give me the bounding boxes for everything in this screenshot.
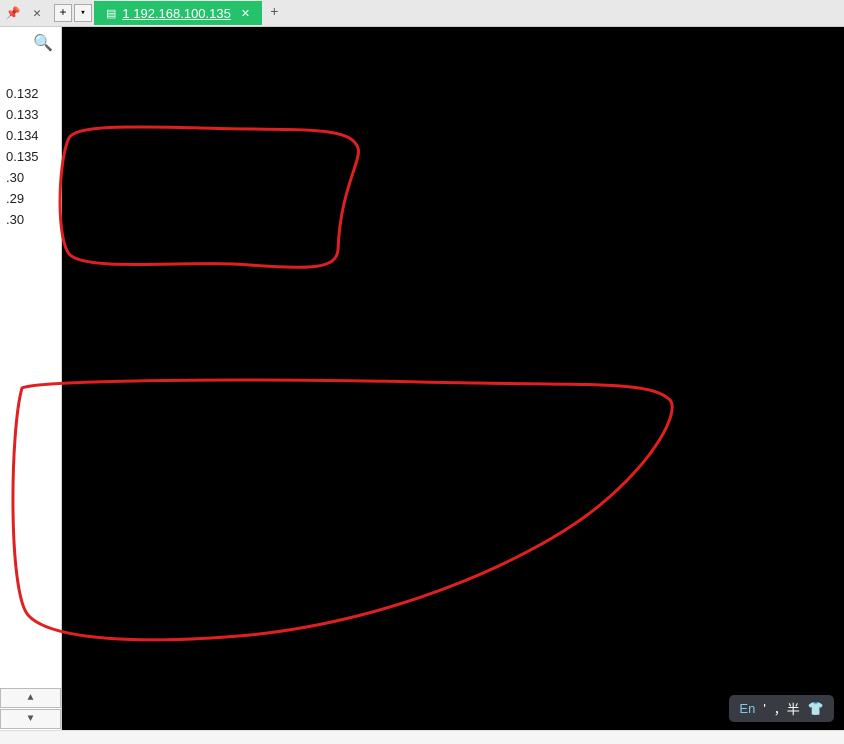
add-left-button[interactable]: + bbox=[54, 4, 72, 22]
main-area: 🔍 0.132 0.133 0.134 0.135 .30 .29 .30 ▲ … bbox=[0, 27, 844, 730]
ip-list: 0.132 0.133 0.134 0.135 .30 .29 .30 bbox=[0, 63, 61, 230]
scroll-down-button[interactable]: ▼ bbox=[0, 709, 61, 729]
session-tab[interactable]: ▤ 1 192.168.100.135 ✕ bbox=[94, 1, 262, 25]
ime-mode: ，半 bbox=[774, 699, 800, 718]
ip-item[interactable]: .30 bbox=[0, 209, 61, 230]
ime-sep: ' bbox=[763, 701, 765, 716]
new-tab-button[interactable]: + bbox=[264, 5, 284, 21]
ip-item[interactable]: 0.135 bbox=[0, 146, 61, 167]
scroll-up-button[interactable]: ▲ bbox=[0, 688, 61, 708]
pin-icon[interactable]: 📌 bbox=[0, 6, 26, 21]
sidebar: 🔍 0.132 0.133 0.134 0.135 .30 .29 .30 ▲ … bbox=[0, 27, 62, 730]
terminal[interactable]: ERROR 1064 (42000): You have an error in… bbox=[62, 27, 844, 730]
shirt-icon: 👕 bbox=[808, 701, 824, 717]
ip-item[interactable]: 0.134 bbox=[0, 125, 61, 146]
ime-indicator[interactable]: En ' ，半 👕 bbox=[729, 695, 834, 722]
session-icon: ▤ bbox=[106, 7, 116, 20]
left-tab-controls: + ▾ bbox=[54, 4, 94, 22]
dropdown-left-button[interactable]: ▾ bbox=[74, 4, 92, 22]
ip-item[interactable]: 0.133 bbox=[0, 104, 61, 125]
close-icon[interactable]: ✕ bbox=[26, 6, 48, 21]
tab-close-icon[interactable]: ✕ bbox=[241, 7, 250, 20]
search-icon[interactable]: 🔍 bbox=[0, 27, 61, 63]
session-tab-label: 1 192.168.100.135 bbox=[122, 6, 230, 21]
top-tabs: 📌 ✕ + ▾ ▤ 1 192.168.100.135 ✕ + bbox=[0, 0, 284, 26]
ime-lang: En bbox=[739, 701, 755, 716]
status-bar bbox=[0, 730, 844, 744]
ip-item[interactable]: .30 bbox=[0, 167, 61, 188]
ip-item[interactable]: 0.132 bbox=[0, 83, 61, 104]
ip-item[interactable]: .29 bbox=[0, 188, 61, 209]
top-bar: 📌 ✕ + ▾ ▤ 1 192.168.100.135 ✕ + bbox=[0, 0, 844, 27]
sidebar-scroll: ▲ ▼ bbox=[0, 688, 61, 730]
